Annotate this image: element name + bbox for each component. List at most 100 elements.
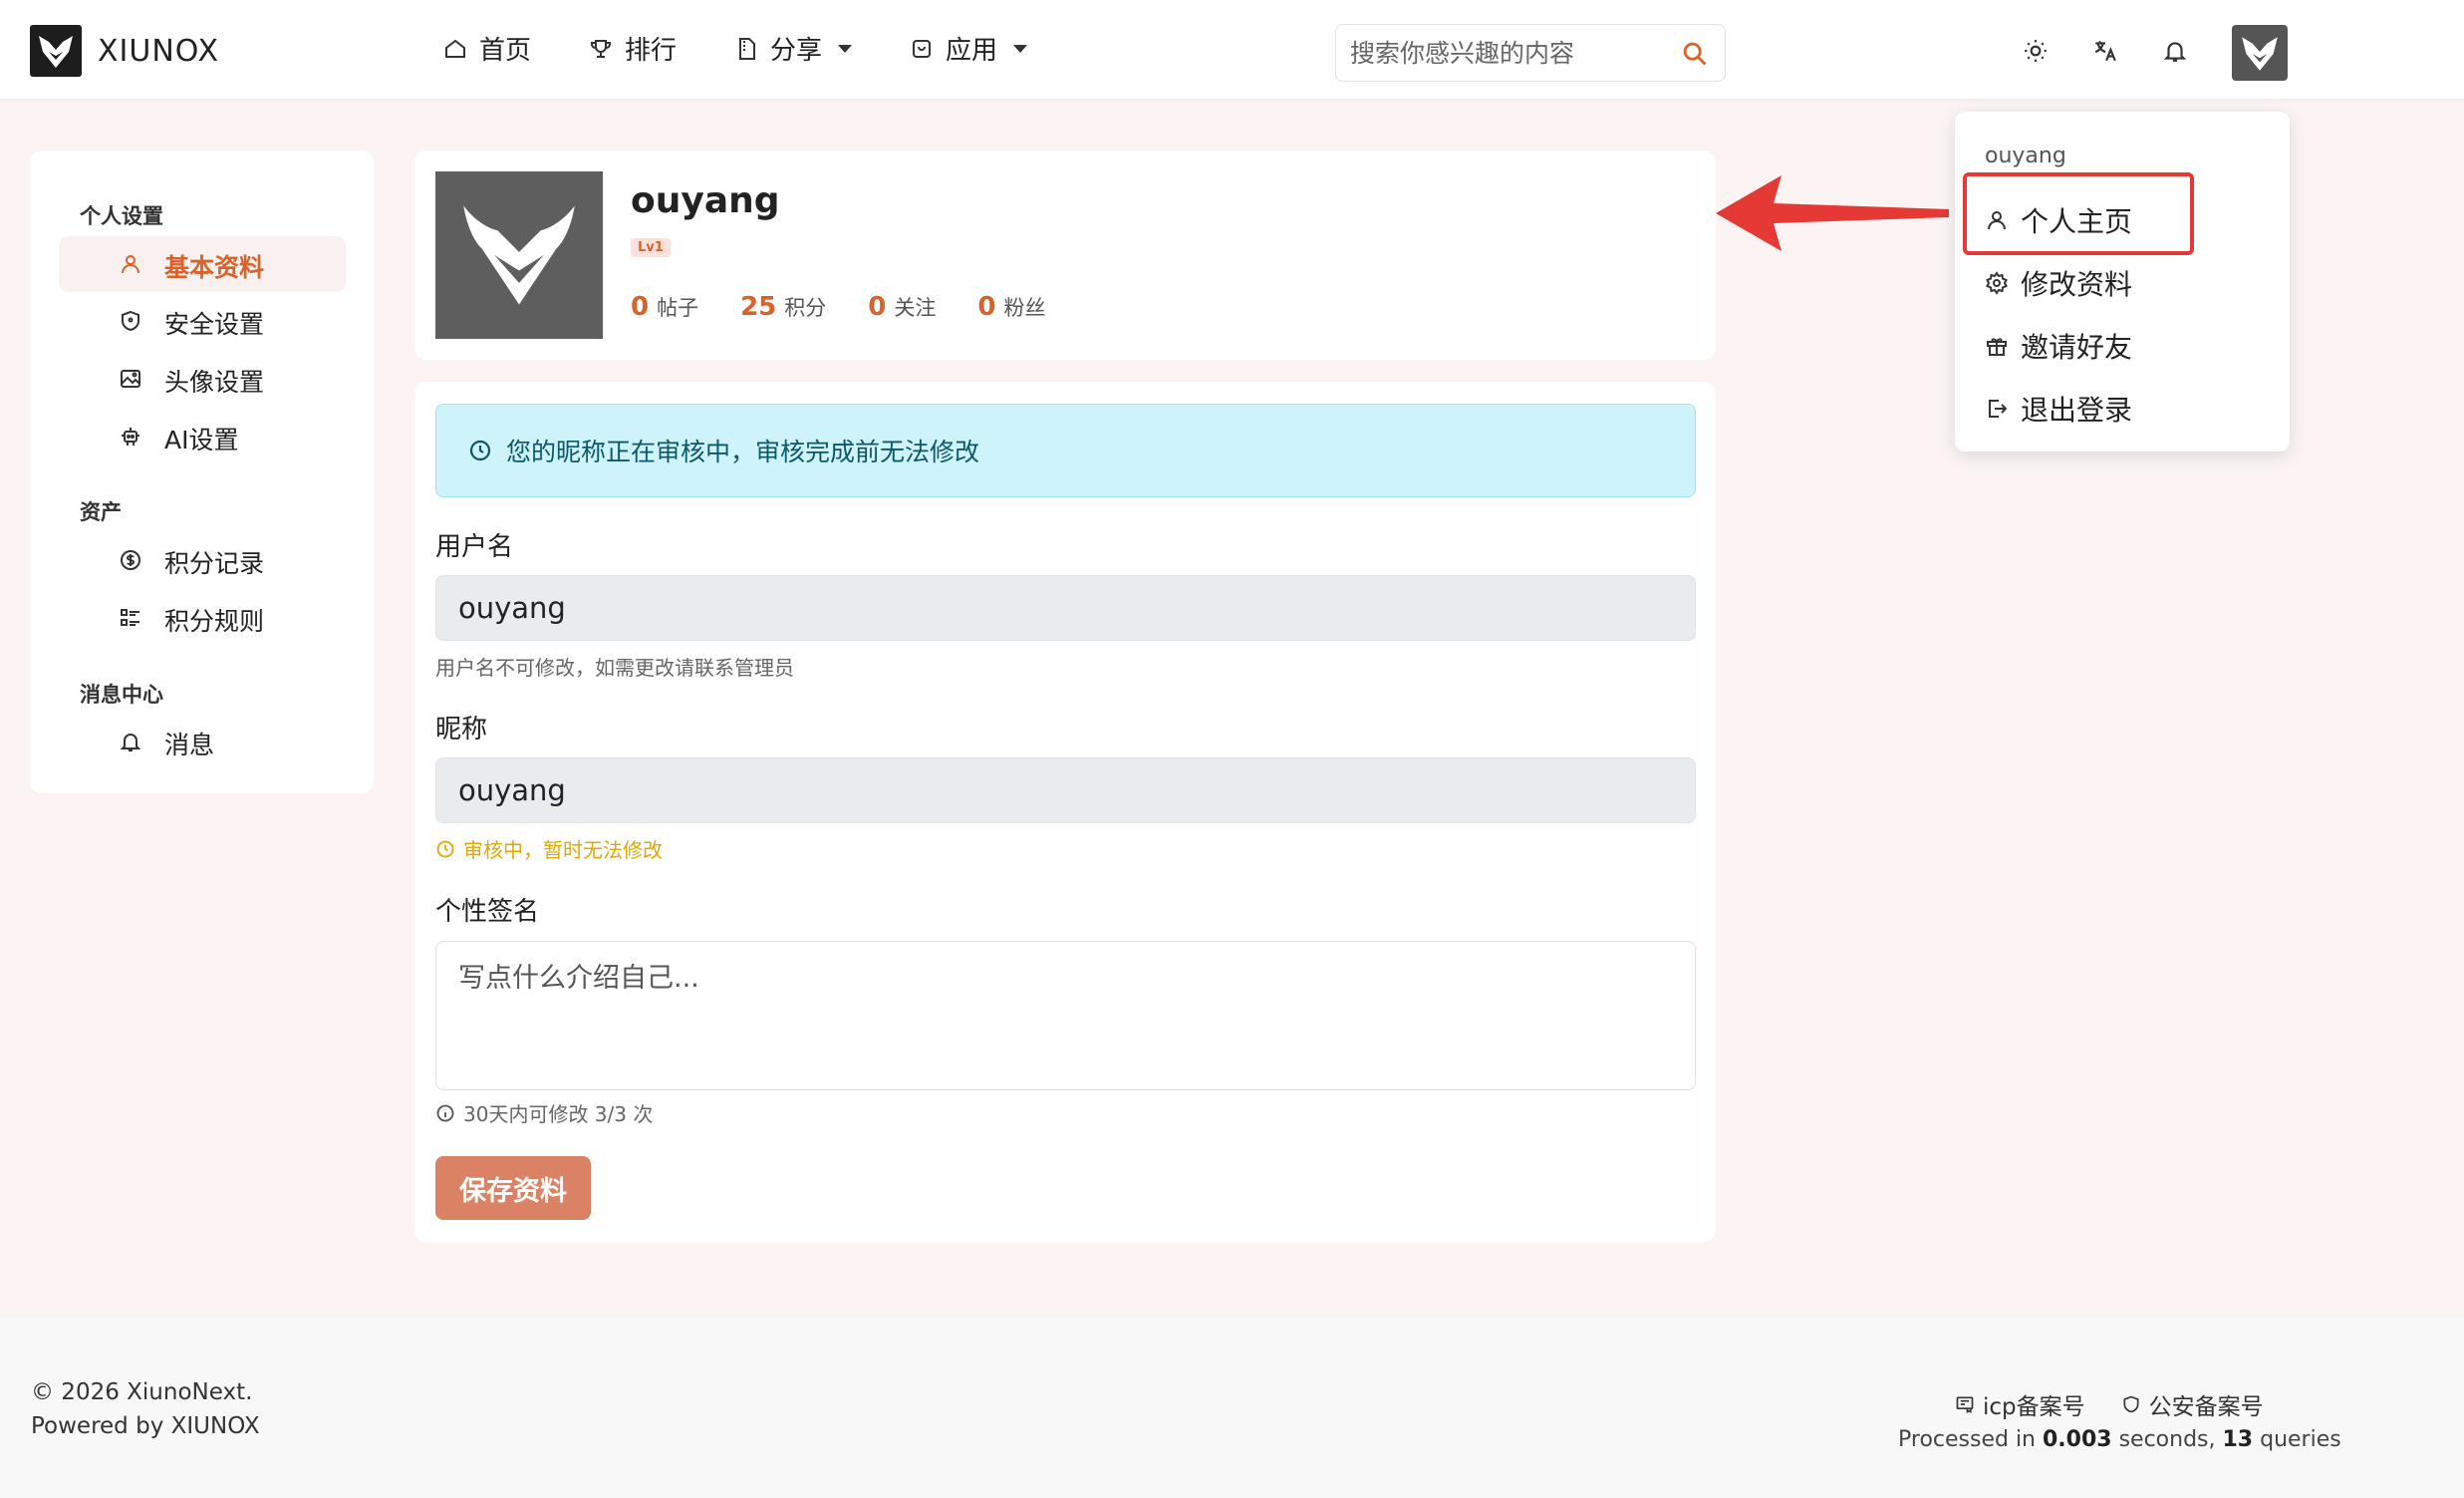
nav-apps[interactable]: 应用 xyxy=(910,30,1028,67)
signature-help-text: 30天内可修改 3/3 次 xyxy=(463,1102,654,1126)
sidebar-item-label: AI设置 xyxy=(164,426,239,454)
profile-avatar xyxy=(435,171,603,339)
brand-name: XIUNOX xyxy=(98,33,220,69)
nav-ranking-label: 排行 xyxy=(625,36,678,66)
bell-icon[interactable] xyxy=(2162,38,2188,64)
nav-share[interactable]: 分享 xyxy=(734,30,853,67)
brand-logo[interactable]: XIUNOX xyxy=(30,25,219,77)
menu-item-logout[interactable]: 退出登录 xyxy=(1985,389,2132,429)
sidebar-item-security[interactable]: 安全设置 xyxy=(59,293,346,349)
proc-mid: seconds, xyxy=(2111,1427,2223,1452)
user-icon xyxy=(122,255,139,274)
sidebar-item-avatar[interactable]: 头像设置 xyxy=(59,351,346,407)
police-link-label: 公安备案号 xyxy=(2148,1394,2264,1420)
sidebar-item-label: 积分记录 xyxy=(164,549,265,578)
stat-num: 25 xyxy=(740,292,777,322)
shield-icon xyxy=(2123,1395,2139,1413)
profile-stats: 0 帖子 25 积分 0 关注 0 粉丝 xyxy=(631,292,1045,322)
search-box xyxy=(1335,24,1726,82)
level-badge: Lv1 xyxy=(631,238,671,257)
nickname-help-text: 审核中，暂时无法修改 xyxy=(463,838,663,862)
sidebar-item-points-rules[interactable]: 积分规则 xyxy=(59,590,346,646)
search-input[interactable] xyxy=(1350,37,1659,69)
review-notice: 您的昵称正在审核中，审核完成前无法修改 xyxy=(435,404,1696,497)
avatar-icon xyxy=(463,205,575,305)
gift-icon xyxy=(1987,338,2007,356)
nav-ranking[interactable]: 排行 xyxy=(589,30,677,67)
sidebar-item-label: 安全设置 xyxy=(164,310,265,339)
robot-icon xyxy=(122,428,139,446)
stat-points[interactable]: 25 积分 xyxy=(740,292,826,322)
sidebar-item-label: 积分规则 xyxy=(164,607,265,636)
nav-home-label: 首页 xyxy=(479,36,532,66)
main-nav: 首页 排行 分享 应用 xyxy=(443,30,1028,67)
username-field[interactable] xyxy=(435,575,1696,641)
bell-icon xyxy=(120,734,141,751)
stat-label: 帖子 xyxy=(657,296,699,320)
nickname-field[interactable] xyxy=(435,757,1696,823)
translate-icon[interactable] xyxy=(2092,38,2118,64)
menu-item-label: 邀请好友 xyxy=(2021,331,2133,364)
trophy-icon xyxy=(590,39,612,58)
nav-share-label: 分享 xyxy=(770,36,823,66)
profile-name: ouyang xyxy=(631,180,780,221)
settings-sidebar: 个人设置 基本资料 安全设置 头像设置 AI设置 资产 积分记录 积分规则 消息… xyxy=(30,150,374,793)
user-avatar-button[interactable] xyxy=(2232,25,2288,81)
info-icon xyxy=(436,1104,454,1121)
stat-num: 0 xyxy=(977,292,996,322)
icp-link[interactable]: icp备案号 xyxy=(1955,1387,2085,1421)
signature-textarea[interactable] xyxy=(435,941,1696,1090)
nickname-label: 昵称 xyxy=(435,715,488,745)
profile-form-card: 您的昵称正在审核中，审核完成前无法修改 用户名 用户名不可修改，如需更改请联系管… xyxy=(414,382,1716,1242)
stat-label: 关注 xyxy=(894,296,937,320)
file-zip-icon xyxy=(739,37,756,60)
proc-prefix: Processed in xyxy=(1898,1427,2043,1452)
sidebar-item-messages[interactable]: 消息 xyxy=(59,714,346,769)
footer-links: icp备案号 公安备案号 xyxy=(1955,1387,2264,1421)
avatar-icon xyxy=(2242,37,2278,71)
footer-copyright: © 2026 XiunoNext. Powered by XIUNOX xyxy=(31,1375,260,1443)
list-icon xyxy=(121,609,139,626)
icp-link-label: icp备案号 xyxy=(1983,1394,2085,1420)
proc-queries: 13 xyxy=(2222,1427,2254,1452)
sun-icon[interactable] xyxy=(2023,38,2049,64)
stat-followers[interactable]: 0 粉丝 xyxy=(977,292,1045,322)
signature-help: 30天内可修改 3/3 次 xyxy=(435,1098,653,1127)
stat-num: 0 xyxy=(631,292,650,322)
top-header: XIUNOX 首页 排行 分享 应用 xyxy=(0,0,2464,100)
sidebar-item-label: 头像设置 xyxy=(164,368,265,397)
chevron-down-icon xyxy=(838,44,853,53)
app-icon xyxy=(913,39,932,58)
sidebar-item-ai[interactable]: AI设置 xyxy=(59,409,346,464)
clock-icon xyxy=(469,440,491,461)
gear-icon xyxy=(1986,271,2008,295)
processing-info: Processed in 0.003 seconds, 13 queries xyxy=(1898,1427,2341,1452)
chevron-down-icon xyxy=(1013,44,1028,53)
sidebar-item-label: 消息 xyxy=(164,731,215,759)
sidebar-item-basic-info[interactable]: 基本资料 xyxy=(59,236,346,292)
user-dropdown-menu: ouyang 个人主页 修改资料 邀请好友 退出登录 xyxy=(1955,112,2290,451)
nickname-help: 审核中，暂时无法修改 xyxy=(435,834,663,863)
profile-card: ouyang Lv1 0 帖子 25 积分 0 关注 0 粉丝 xyxy=(414,150,1716,360)
stat-following[interactable]: 0 关注 xyxy=(868,292,936,322)
search-icon[interactable] xyxy=(1681,40,1709,68)
shield-icon xyxy=(122,310,139,332)
signature-label: 个性签名 xyxy=(435,897,540,927)
coin-icon xyxy=(121,550,140,570)
annotation-arrow-icon xyxy=(1716,175,1949,251)
stat-posts[interactable]: 0 帖子 xyxy=(631,292,698,322)
save-profile-button[interactable]: 保存资料 xyxy=(435,1156,591,1220)
menu-item-invite[interactable]: 邀请好友 xyxy=(1985,326,2132,366)
police-link[interactable]: 公安备案号 xyxy=(2121,1387,2264,1421)
nav-apps-label: 应用 xyxy=(946,36,998,66)
logo-icon xyxy=(30,25,82,77)
sidebar-item-points-log[interactable]: 积分记录 xyxy=(59,532,346,588)
notice-text: 您的昵称正在审核中，审核完成前无法修改 xyxy=(506,438,980,466)
stat-num: 0 xyxy=(868,292,887,322)
username-label: 用户名 xyxy=(435,532,514,562)
proc-suffix: queries xyxy=(2253,1427,2341,1452)
menu-item-edit-profile[interactable]: 修改资料 xyxy=(1985,263,2132,303)
stat-label: 粉丝 xyxy=(1003,296,1046,320)
nav-home[interactable]: 首页 xyxy=(443,30,531,67)
sidebar-section-title: 个人设置 xyxy=(80,204,163,228)
